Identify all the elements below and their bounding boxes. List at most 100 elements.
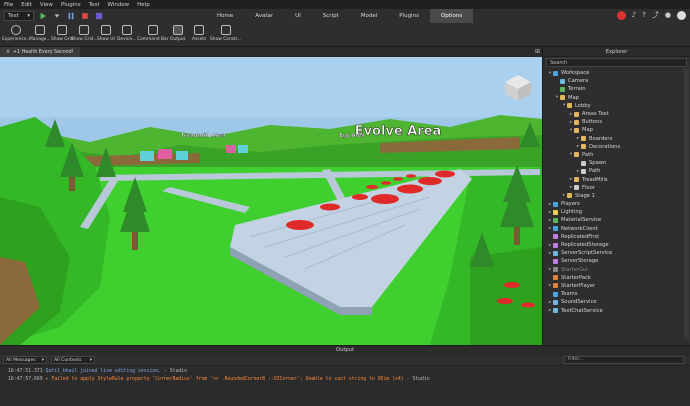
contexts-filter-select[interactable]: All Contexts ▾ [51, 356, 95, 364]
explorer-item-areas-text[interactable]: ▸ Areas Text [543, 110, 690, 118]
log-message[interactable]: ▸ Failed to apply StyleRule property 'Co… [46, 377, 404, 382]
menu-file[interactable]: File [0, 2, 17, 8]
pause-icon [68, 12, 74, 20]
place-tab[interactable]: × +1 Health Every Second! [0, 47, 80, 57]
command-icon [147, 25, 158, 35]
chevron-down-icon: ▾ [89, 357, 92, 363]
ribbon-tabs: Home Avatar UI Script Model Plugins Opti… [206, 9, 474, 23]
explorer-item-label: Terrain [568, 86, 586, 93]
explorer-item-label: Players [561, 201, 580, 208]
close-icon[interactable]: × [6, 50, 10, 55]
menu-window[interactable]: Window [103, 2, 133, 8]
explorer-item-terrain[interactable]: Terrain [543, 85, 690, 93]
explorer-item-label: TreadMills [582, 176, 608, 183]
explorer-item-soundservice[interactable]: ▸ SoundService [543, 298, 690, 306]
tab-ui[interactable]: UI [284, 9, 312, 23]
tab-model[interactable]: Model [350, 9, 389, 23]
explorer-item-lobby[interactable]: ▾ Lobby [543, 102, 690, 110]
output-button[interactable]: Output [170, 25, 185, 42]
contexts-filter-value: All Contexts [54, 357, 82, 363]
manage-button[interactable]: Manage... [29, 25, 51, 42]
explorer-item-floor[interactable]: ▸ Floor [543, 184, 690, 192]
instance-icon [553, 242, 558, 248]
explorer-item-materialservice[interactable]: ▸ MaterialService [543, 216, 690, 224]
explorer-item-lighting[interactable]: ▸ Lighting [543, 208, 690, 216]
menu-plugins[interactable]: Plugins [57, 2, 85, 8]
show-constraints-button[interactable]: Show Constr... [210, 25, 241, 42]
explorer-item-map[interactable]: ▾ Map [543, 94, 690, 102]
explorer-item-buttons[interactable]: ▸ Buttons [543, 118, 690, 126]
explorer-item-path[interactable]: ▸ Path [543, 167, 690, 175]
output-filter-input[interactable]: Filter... [564, 356, 684, 364]
experience-settings-button[interactable]: Experience... [2, 25, 31, 42]
explorer-item-label: ServerStorage [561, 258, 599, 265]
collaborator-avatar[interactable] [616, 11, 626, 20]
stop-button[interactable] [80, 11, 90, 21]
play-button[interactable] [38, 11, 48, 21]
mode-select[interactable]: Test ▾ [4, 11, 34, 21]
explorer-item-replicatedstorage[interactable]: ▸ ReplicatedStorage [543, 241, 690, 249]
menu-test[interactable]: Test [85, 2, 104, 8]
explorer-search-input[interactable]: Search [546, 58, 687, 67]
explorer-item-serverscriptservice[interactable]: ▸ ServerScriptService [543, 249, 690, 257]
tab-plugins[interactable]: Plugins [388, 9, 430, 23]
explorer-item-replicatedfirst[interactable]: ReplicatedFirst [543, 233, 690, 241]
notification-bell-icon[interactable]: ♪ [632, 11, 636, 20]
team-test-button[interactable] [94, 11, 104, 21]
explorer-item-textchatservice[interactable]: ▸ TextChatService [543, 306, 690, 314]
explorer-item-serverstorage[interactable]: ServerStorage [543, 257, 690, 265]
show-grid-options-button[interactable]: Show Grid... [71, 25, 98, 42]
explorer-item-boarders[interactable]: ▸ Boarders [543, 135, 690, 143]
command-bar-button[interactable]: Command Bar [137, 25, 168, 42]
instance-icon [574, 152, 579, 158]
explorer-item-players[interactable]: ▸ Players [543, 200, 690, 208]
menu-edit[interactable]: Edit [17, 2, 36, 8]
share-icon[interactable]: ⤴ [652, 11, 659, 20]
tab-options[interactable]: Options [429, 9, 474, 23]
explorer-item-map[interactable]: ▾ Map [543, 126, 690, 134]
explorer-item-startergui[interactable]: ▸ StarterGui [543, 266, 690, 274]
mode-select-value: Test [8, 13, 19, 19]
log-time: 16:47:57.669 [8, 377, 43, 382]
profile-icon[interactable]: ● [665, 11, 671, 20]
instance-icon [567, 193, 572, 199]
instance-icon [553, 226, 558, 232]
explorer-item-camera[interactable]: Camera [543, 77, 690, 85]
play-options-button[interactable] [52, 11, 62, 21]
treadmill-area-label: Treadmill Area [181, 133, 226, 139]
messages-filter-select[interactable]: All Messages ▾ [3, 356, 47, 364]
menu-view[interactable]: View [36, 2, 57, 8]
explorer-item-decorations[interactable]: ▸ Decorations [543, 143, 690, 151]
explorer-item-stage-1[interactable]: ▸ Stage 1 [543, 192, 690, 200]
tab-home[interactable]: Home [206, 9, 244, 23]
explorer-scrollbar[interactable] [684, 69, 689, 339]
explorer-item-treadmills[interactable]: ▸ TreadMills [543, 175, 690, 183]
tab-avatar[interactable]: Avatar [244, 9, 284, 23]
explorer-item-label: StarterPack [561, 274, 591, 281]
explorer-item-label: MaterialService [561, 217, 602, 224]
user-avatar[interactable] [677, 11, 686, 20]
show-ui-button[interactable]: Show UI [97, 25, 115, 42]
explorer-item-starterplayer[interactable]: ▸ StarterPlayer [543, 282, 690, 290]
output-log: 16:47:51.371 Qatil_bhail joined live edi… [0, 366, 690, 386]
explorer-item-path[interactable]: ▾ Path [543, 151, 690, 159]
device-button[interactable]: Device... [117, 25, 136, 42]
instance-icon [553, 283, 558, 289]
help-icon[interactable]: ? [642, 11, 646, 20]
instance-icon [581, 168, 586, 174]
new-tab-icon[interactable]: ⊞ [535, 48, 540, 55]
assets-button[interactable]: Assets [192, 25, 206, 42]
menu-help[interactable]: Help [133, 2, 154, 8]
explorer-item-networkclient[interactable]: ▸ NetworkClient [543, 225, 690, 233]
explorer-item-spawn[interactable]: Spawn [543, 159, 690, 167]
explorer-item-starterpack[interactable]: StarterPack [543, 274, 690, 282]
explorer-item-workspace[interactable]: ▾ Workspace [543, 69, 690, 77]
pause-button[interactable] [66, 11, 76, 21]
3d-viewport[interactable]: Evolve Area Treadmill Area Egg Area [0, 57, 542, 345]
studio-window: File Edit View Plugins Test Window Help … [0, 0, 690, 406]
explorer-item-label: Map [582, 127, 593, 134]
explorer-item-teams[interactable]: Teams [543, 290, 690, 298]
explorer-item-label: ServerScriptService [561, 250, 613, 257]
output-icon [172, 25, 183, 35]
tab-script[interactable]: Script [312, 9, 350, 23]
